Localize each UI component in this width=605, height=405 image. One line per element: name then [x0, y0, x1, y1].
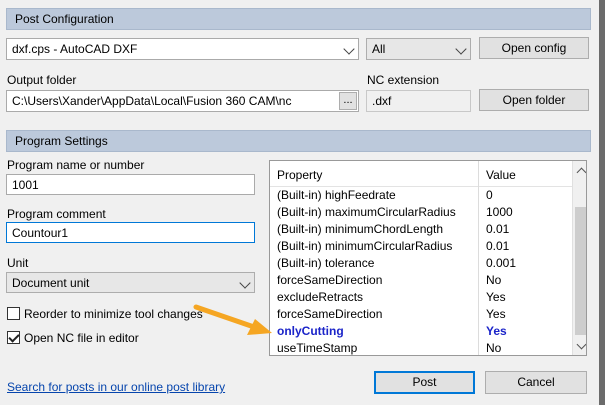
- unit-select[interactable]: Document unit: [6, 272, 255, 293]
- chevron-down-icon: [343, 43, 355, 55]
- post-select-value: dxf.cps - AutoCAD DXF: [12, 42, 138, 56]
- property-value: 0.001: [486, 256, 517, 270]
- open-nc-checkbox[interactable]: [7, 331, 20, 344]
- cancel-button[interactable]: Cancel: [485, 371, 587, 394]
- property-value: Yes: [486, 324, 507, 338]
- table-row[interactable]: (Built-in) tolerance 0.001: [270, 255, 570, 272]
- property-name: onlyCutting: [277, 324, 344, 338]
- property-name: excludeRetracts: [277, 290, 364, 304]
- search-posts-link[interactable]: Search for posts in our online post libr…: [7, 380, 225, 394]
- property-name: (Built-in) tolerance: [277, 256, 375, 270]
- table-row-highlighted[interactable]: onlyCutting Yes: [270, 323, 570, 340]
- post-select[interactable]: dxf.cps - AutoCAD DXF: [6, 38, 359, 60]
- column-header-property[interactable]: Property: [277, 168, 322, 182]
- program-settings-header: Program Settings: [6, 130, 591, 152]
- output-folder-value: C:\Users\Xander\AppData\Local\Fusion 360…: [12, 94, 292, 108]
- table-row[interactable]: (Built-in) minimumCircularRadius 0.01: [270, 238, 570, 255]
- program-comment-input[interactable]: Countour1: [6, 222, 255, 243]
- output-folder-field[interactable]: C:\Users\Xander\AppData\Local\Fusion 360…: [6, 90, 359, 112]
- grid-header: Property Value: [270, 161, 572, 187]
- property-value: Yes: [486, 290, 506, 304]
- scroll-down-icon[interactable]: [576, 339, 586, 350]
- table-row[interactable]: forceSameDirection No: [270, 272, 570, 289]
- post-button[interactable]: Post: [374, 371, 475, 394]
- table-row[interactable]: excludeRetracts Yes: [270, 289, 570, 306]
- property-name: (Built-in) minimumChordLength: [277, 222, 444, 236]
- window-edge: [599, 0, 605, 405]
- property-name: (Built-in) maximumCircularRadius: [277, 205, 456, 219]
- open-config-button[interactable]: Open config: [479, 37, 589, 59]
- table-row[interactable]: useTimeStamp No: [270, 340, 570, 355]
- table-row[interactable]: (Built-in) highFeedrate 0: [270, 187, 570, 204]
- properties-grid[interactable]: Property Value (Built-in) highFeedrate 0…: [269, 160, 587, 356]
- property-name: forceSameDirection: [277, 307, 383, 321]
- nc-extension-field[interactable]: .dxf: [366, 90, 471, 112]
- scrollbar-thumb[interactable]: [575, 207, 586, 335]
- chevron-down-icon: [239, 277, 251, 289]
- property-value: 0: [486, 188, 493, 202]
- unit-value: Document unit: [12, 276, 90, 290]
- chevron-down-icon: [455, 43, 467, 55]
- property-name: (Built-in) minimumCircularRadius: [277, 239, 453, 253]
- property-value: 0.01: [486, 239, 510, 253]
- program-name-value: 1001: [12, 178, 39, 192]
- program-name-label: Program name or number: [7, 158, 145, 172]
- property-name: (Built-in) highFeedrate: [277, 188, 396, 202]
- nc-extension-label: NC extension: [367, 73, 440, 87]
- check-icon: [8, 331, 20, 343]
- property-value: 1000: [486, 205, 513, 219]
- program-comment-value: Countour1: [12, 226, 69, 240]
- property-value: No: [486, 273, 502, 287]
- column-divider: [478, 161, 479, 187]
- unit-label: Unit: [7, 256, 29, 270]
- output-folder-label: Output folder: [7, 73, 77, 87]
- property-name: useTimeStamp: [277, 341, 358, 355]
- column-header-value[interactable]: Value: [486, 168, 516, 182]
- table-row[interactable]: (Built-in) minimumChordLength 0.01: [270, 221, 570, 238]
- nc-extension-value: .dxf: [372, 94, 392, 108]
- table-row[interactable]: forceSameDirection Yes: [270, 306, 570, 323]
- reorder-checkbox[interactable]: [7, 307, 20, 320]
- post-configuration-header: Post Configuration: [6, 8, 591, 30]
- scroll-up-icon[interactable]: [576, 167, 586, 178]
- post-filter-select[interactable]: All: [366, 38, 471, 60]
- arrow-annotation-icon: [193, 304, 272, 335]
- open-folder-button[interactable]: Open folder: [479, 89, 589, 111]
- table-row[interactable]: (Built-in) maximumCircularRadius 1000: [270, 204, 570, 221]
- open-nc-label: Open NC file in editor: [24, 331, 139, 345]
- program-name-input[interactable]: 1001: [6, 174, 255, 195]
- reorder-label: Reorder to minimize tool changes: [24, 307, 203, 321]
- browse-button[interactable]: ...: [339, 92, 357, 110]
- post-filter-value: All: [372, 42, 386, 56]
- property-value: Yes: [486, 307, 506, 321]
- program-comment-label: Program comment: [7, 207, 106, 221]
- property-value: No: [486, 341, 502, 355]
- property-name: forceSameDirection: [277, 273, 383, 287]
- grid-scrollbar[interactable]: [572, 161, 586, 355]
- property-value: 0.01: [486, 222, 510, 236]
